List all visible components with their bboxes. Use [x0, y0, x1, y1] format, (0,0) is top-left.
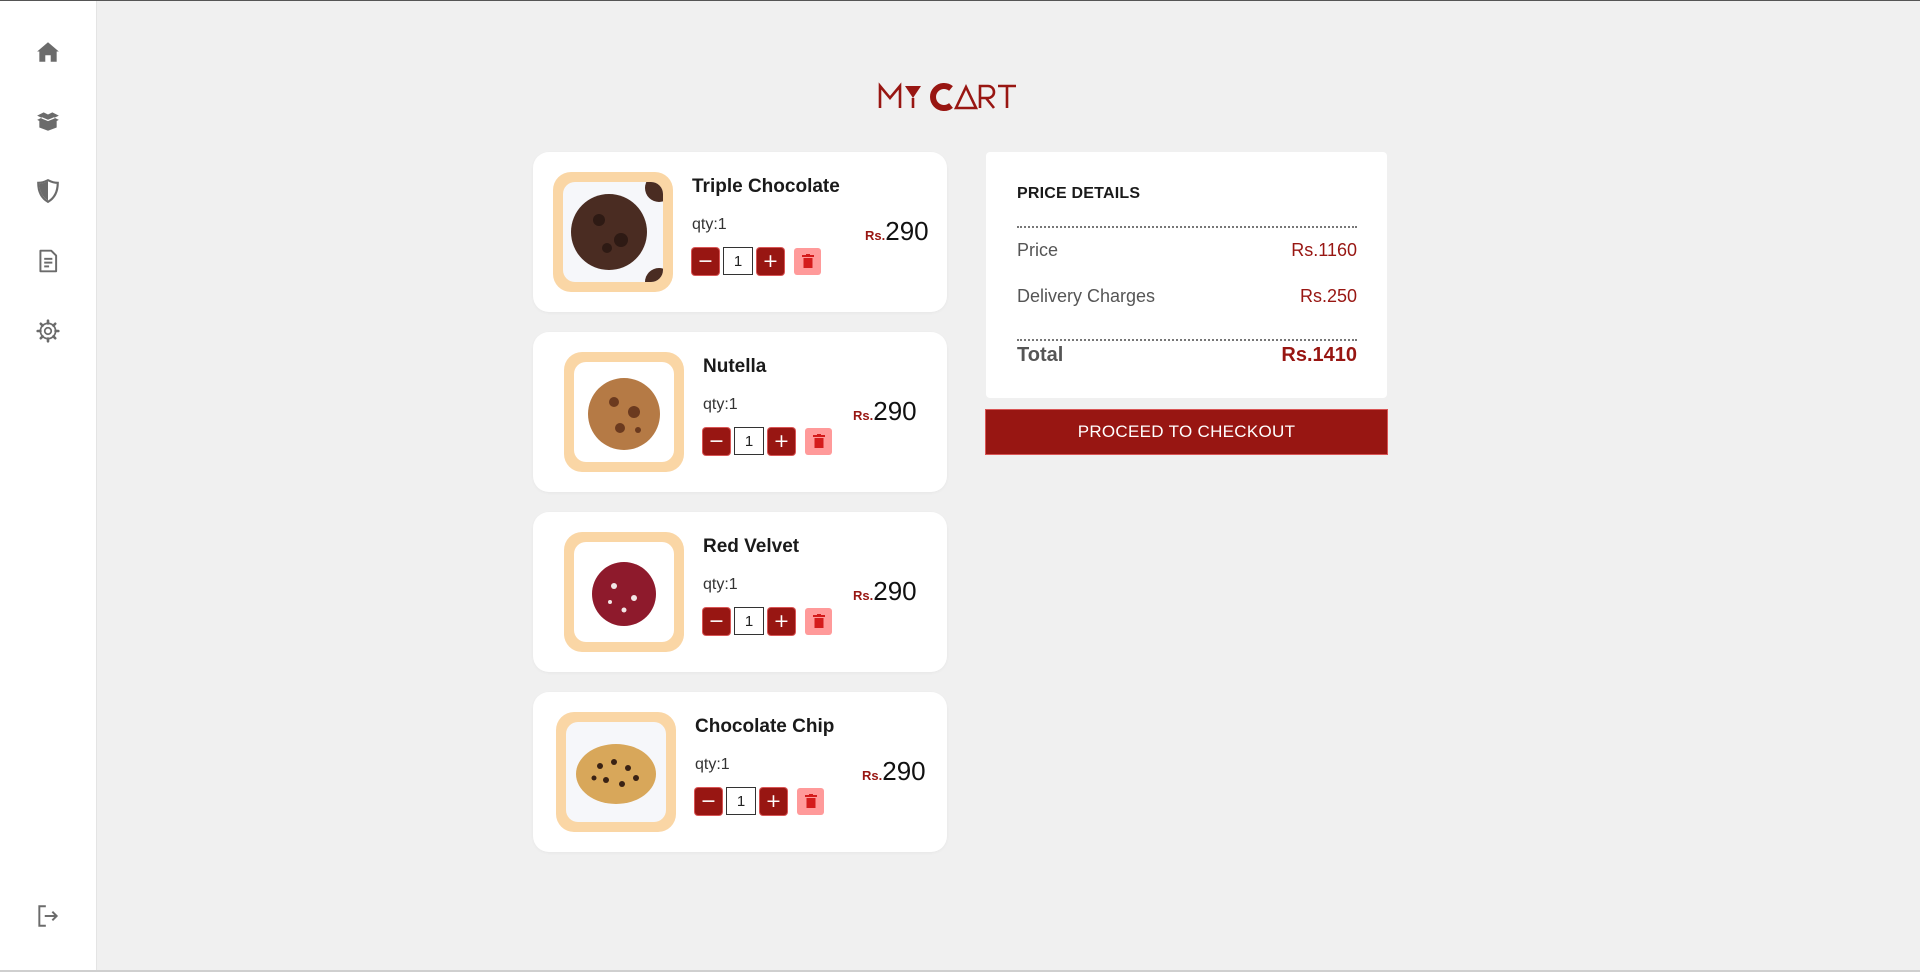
- cart-item: Nutella qty:1 − + Rs.290: [533, 332, 947, 492]
- delete-item-button[interactable]: [794, 247, 821, 275]
- price-currency: Rs.: [853, 588, 874, 603]
- proceed-to-checkout-button[interactable]: PROCEED TO CHECKOUT: [986, 410, 1387, 454]
- cookie-shape: [571, 194, 647, 270]
- price-details-title: PRICE DETAILS: [1017, 185, 1141, 202]
- decrease-qty-button[interactable]: −: [695, 787, 722, 815]
- product-image-frame: [564, 532, 684, 652]
- price-amount: 290: [873, 576, 917, 606]
- delete-item-button[interactable]: [797, 787, 824, 815]
- product-image-frame: [564, 352, 684, 472]
- document-icon: [39, 249, 58, 273]
- product-image-frame: [553, 172, 673, 292]
- delete-item-button[interactable]: [805, 427, 832, 455]
- product-price: Rs.290: [853, 396, 917, 427]
- product-qty-label: qty:1: [695, 756, 730, 773]
- product-name: Triple Chocolate: [692, 176, 840, 197]
- quantity-stepper: − +: [703, 427, 832, 455]
- price-amount: 290: [873, 396, 917, 426]
- total-row: Total Rs.1410: [1017, 344, 1357, 367]
- cart-item: Chocolate Chip qty:1 − + Rs.290: [533, 692, 947, 852]
- total-value: Rs.1410: [1281, 344, 1357, 366]
- increase-qty-button[interactable]: +: [768, 607, 795, 635]
- quantity-input[interactable]: [734, 607, 764, 635]
- page-title: [870, 78, 1050, 114]
- cookie-image: [588, 378, 660, 450]
- logout-icon: [38, 905, 59, 927]
- increase-qty-button[interactable]: +: [760, 787, 787, 815]
- sidebar: [0, 1, 97, 970]
- price-currency: Rs.: [865, 228, 886, 243]
- delivery-label: Delivery Charges: [1017, 286, 1156, 306]
- quantity-input[interactable]: [723, 247, 753, 275]
- price-currency: Rs.: [862, 768, 883, 783]
- trash-icon: [812, 434, 825, 448]
- product-qty-label: qty:1: [703, 576, 738, 593]
- product-price: Rs.290: [862, 756, 926, 787]
- product-name: Nutella: [703, 356, 767, 377]
- product-qty-label: qty:1: [692, 216, 727, 233]
- shield-icon: [37, 178, 59, 204]
- sidebar-item-documents[interactable]: [34, 247, 62, 275]
- product-image[interactable]: [563, 182, 663, 282]
- price-amount: 290: [882, 756, 926, 786]
- cookie-shape: [588, 378, 660, 450]
- cart-item: Red Velvet qty:1 − + Rs.290: [533, 512, 947, 672]
- product-image-frame: [556, 712, 676, 832]
- product-image[interactable]: [574, 362, 674, 462]
- price-amount: 290: [885, 216, 929, 246]
- cookie-image: [576, 744, 656, 804]
- quantity-stepper: − +: [692, 247, 821, 275]
- trash-icon: [804, 794, 817, 808]
- price-details-panel: PRICE DETAILS Price Rs.1160 Delivery Cha…: [986, 152, 1387, 398]
- product-price: Rs.290: [865, 216, 929, 247]
- cookie-shape: [592, 562, 656, 626]
- package-icon: [37, 112, 59, 131]
- delivery-row: Delivery Charges Rs.250: [1017, 286, 1357, 307]
- sidebar-item-settings[interactable]: [34, 317, 62, 345]
- product-qty-label: qty:1: [703, 396, 738, 413]
- cookie-image: [592, 562, 656, 626]
- product-price: Rs.290: [853, 576, 917, 607]
- cookie-image: [571, 182, 663, 282]
- trash-icon: [812, 614, 825, 628]
- price-row: Price Rs.1160: [1017, 240, 1357, 261]
- cookie-shape: [576, 744, 656, 804]
- window-top-border: [0, 0, 1920, 1]
- product-name: Red Velvet: [703, 536, 800, 557]
- product-image[interactable]: [566, 722, 666, 822]
- quantity-stepper: − +: [695, 787, 824, 815]
- home-icon: [37, 42, 59, 62]
- sidebar-item-home[interactable]: [34, 38, 62, 66]
- quantity-input[interactable]: [734, 427, 764, 455]
- cart-item: Triple Chocolate qty:1 − + Rs.290: [533, 152, 947, 312]
- price-currency: Rs.: [853, 408, 874, 423]
- logout-button[interactable]: [34, 902, 62, 930]
- increase-qty-button[interactable]: +: [757, 247, 784, 275]
- decrease-qty-button[interactable]: −: [703, 427, 730, 455]
- sidebar-item-wishlist[interactable]: [34, 177, 62, 205]
- total-label: Total: [1017, 344, 1064, 366]
- decrease-qty-button[interactable]: −: [703, 607, 730, 635]
- delete-item-button[interactable]: [805, 607, 832, 635]
- divider: [1017, 226, 1357, 228]
- trash-icon: [801, 254, 814, 268]
- divider: [1017, 339, 1357, 341]
- sidebar-item-orders[interactable]: [34, 107, 62, 135]
- decrease-qty-button[interactable]: −: [692, 247, 719, 275]
- page-title-logotype: [878, 82, 1016, 111]
- quantity-input[interactable]: [726, 787, 756, 815]
- price-label: Price: [1017, 240, 1059, 260]
- product-name: Chocolate Chip: [695, 716, 835, 737]
- increase-qty-button[interactable]: +: [768, 427, 795, 455]
- delivery-value: Rs.250: [1299, 286, 1357, 306]
- product-image[interactable]: [574, 542, 674, 642]
- gear-icon: [36, 319, 60, 343]
- price-value: Rs.1160: [1291, 240, 1357, 260]
- quantity-stepper: − +: [703, 607, 832, 635]
